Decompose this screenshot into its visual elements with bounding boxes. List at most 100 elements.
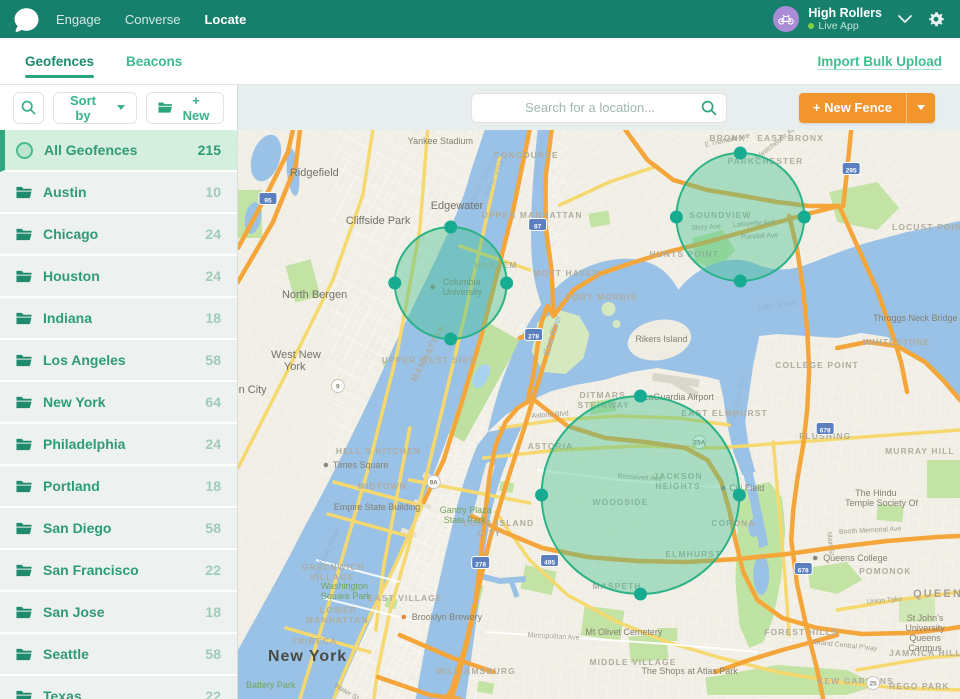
new-fence-dropdown[interactable] [906,92,935,123]
sidebar-item-san-francisco[interactable]: San Francisco 22 [0,550,237,592]
sidebar-item-label: San Francisco [43,562,139,578]
sidebar-item-portland[interactable]: Portland 18 [0,466,237,508]
map-label: Rikers Island [635,334,687,344]
svg-text:495: 495 [544,559,555,566]
map-label: QUEENS [913,588,960,600]
map-label: WILLIAMSBURG [436,666,516,676]
folder-icon [16,354,32,366]
map-label: New York [268,648,347,665]
sidebar-item-philadelphia[interactable]: Philadelphia 24 [0,424,237,466]
tab-beacons[interactable]: Beacons [126,38,182,84]
topbar-account-area[interactable]: High Rollers Live App [773,6,960,32]
sort-by-dropdown[interactable]: Sort by [53,91,137,124]
sidebar-item-count: 18 [205,478,221,494]
geofence-handle[interactable] [797,210,811,224]
new-fence-button[interactable]: + New Fence [798,92,935,123]
sidebar-item-all-geofences[interactable]: All Geofences 215 [0,130,237,172]
app-logo-icon[interactable] [13,6,40,33]
sidebar-item-count: 64 [205,394,221,410]
map-label: MIDTOWN [358,481,407,491]
tab-geofences[interactable]: Geofences [25,38,95,84]
map-label: State Park [444,515,486,525]
map-label: MOTT HAVEN [534,268,600,278]
route-shield: 495 [540,554,560,567]
folder-icon [16,480,32,492]
sidebar-item-austin[interactable]: Austin 10 [0,172,237,214]
map-label: York [284,361,306,373]
new-folder-button[interactable]: + New [145,91,224,124]
map-label: REGO PARK [889,681,950,691]
sidebar-item-chicago[interactable]: Chicago 24 [0,214,237,256]
tabbar: Geofences Beacons Import Bulk Upload [0,38,960,85]
geofence-handle[interactable] [535,488,549,502]
geofence-circle[interactable] [675,152,806,282]
import-bulk-upload-link[interactable]: Import Bulk Upload [818,54,943,69]
sidebar-item-indiana[interactable]: Indiana 18 [0,298,237,340]
map-label: Times Square [333,460,389,470]
geofence-handle[interactable] [733,146,747,160]
nav-engage[interactable]: Engage [56,12,101,27]
nav-locate[interactable]: Locate [204,12,246,27]
sidebar-item-seattle[interactable]: Seattle 58 [0,634,237,676]
sidebar-item-san-diego[interactable]: San Diego 58 [0,508,237,550]
sidebar-item-san-jose[interactable]: San Jose 18 [0,592,237,634]
sidebar-item-label: Chicago [43,226,99,242]
sidebar-item-label: New York [43,394,106,410]
geofence-handle[interactable] [444,220,458,234]
route-shield: 678 [815,422,835,435]
geofence-handle[interactable] [444,332,458,346]
map-label: LOWER [320,605,357,615]
map-label: West New [271,349,321,361]
nav-converse[interactable]: Converse [125,12,181,27]
location-search-input[interactable] [472,100,726,115]
folder-icon [16,438,32,450]
sidebar-item-new-york[interactable]: New York 64 [0,382,237,424]
map-poi-dot [812,555,818,561]
sidebar: Sort by + New All Geofences 215 Austin 10 Ch… [0,85,238,699]
map-label: Washington [321,581,368,591]
chevron-down-icon [917,105,925,110]
geofence-handle[interactable] [733,274,747,288]
geofence-handle[interactable] [633,389,647,403]
gear-icon[interactable] [928,11,944,27]
sidebar-item-count: 58 [205,352,221,368]
chevron-down-icon[interactable] [898,15,912,23]
map-poi-dot [323,462,329,468]
map-label: University [905,623,945,633]
geofence-handle[interactable] [388,276,402,290]
sidebar-search-button[interactable] [13,91,45,124]
topbar-nav: Engage Converse Locate [56,12,246,27]
account-info: High Rollers Live App [808,6,882,32]
sidebar-item-texas[interactable]: Texas 22 [0,676,237,699]
map-label: Campus [908,643,942,653]
svg-text:295: 295 [846,167,857,174]
map-label: KEW GARDENS [817,676,894,686]
geofence-circle[interactable] [393,226,508,340]
sidebar-item-label: All Geofences [44,142,138,158]
location-search-box[interactable] [471,92,727,123]
svg-text:678: 678 [820,427,831,434]
geofence-handle[interactable] [669,210,683,224]
search-icon[interactable] [701,100,717,121]
map-label: Cliffside Park [346,215,411,227]
svg-text:278: 278 [475,561,486,568]
sidebar-item-count: 24 [205,436,221,452]
svg-text:9: 9 [336,383,340,390]
main-panel: + New Fence [238,85,960,699]
sidebar-item-los-angeles[interactable]: Los Angeles 58 [0,340,237,382]
map-canvas[interactable]: Ridgefield Edgewater Cliffside Park North B… [238,130,960,699]
map-label: Ridgefield [290,167,339,179]
all-geofences-icon [16,141,33,159]
folder-icon [16,186,32,198]
geofence-handle[interactable] [732,488,746,502]
geofence-handle[interactable] [633,587,647,601]
sidebar-item-label: Philadelphia [43,436,126,452]
geofence-circle[interactable] [540,395,741,595]
sidebar-item-count: 24 [205,226,221,242]
geofence-handle[interactable] [500,276,514,290]
new-fence-label: + New Fence [812,100,892,115]
map-label: LOCUST POINT [892,222,960,232]
map-label: Throggs Neck Bridge [873,313,957,323]
sidebar-item-houston[interactable]: Houston 24 [0,256,237,298]
avatar[interactable] [773,6,800,32]
